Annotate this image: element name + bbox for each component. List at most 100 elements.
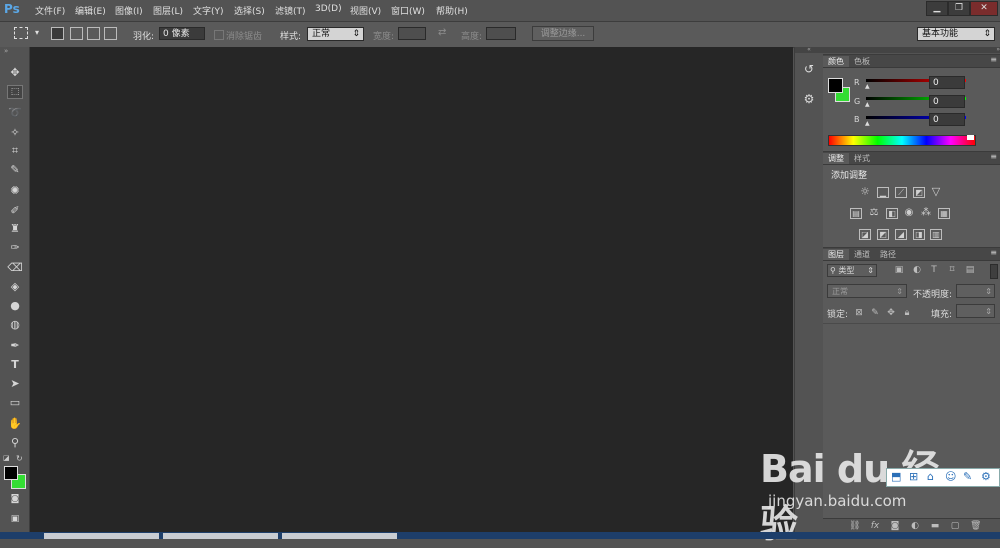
panel-menu-icon[interactable]: ≡ xyxy=(990,55,997,64)
shape-filter-icon[interactable]: ⌑ xyxy=(947,265,957,275)
threshold-icon[interactable]: ◢ xyxy=(895,229,907,240)
taskbar-item-1[interactable] xyxy=(44,533,159,539)
menu-image[interactable]: 图像(I) xyxy=(115,4,143,17)
lock-position-icon[interactable]: ✥ xyxy=(886,308,896,318)
tab-color[interactable]: 颜色 xyxy=(823,56,849,67)
pen-tool-icon[interactable]: ✒ xyxy=(6,338,24,354)
marquee-tool-icon[interactable]: ⬚ xyxy=(7,85,23,99)
swap-icon[interactable]: ⇄ xyxy=(438,27,446,38)
lock-all-icon[interactable]: 🔒︎ xyxy=(902,308,912,318)
close-button[interactable]: ✕ xyxy=(970,1,998,16)
quick-select-tool-icon[interactable]: ✧ xyxy=(6,125,24,141)
tab-layers[interactable]: 图层 xyxy=(823,249,849,260)
levels-icon[interactable]: ▁ xyxy=(877,187,889,198)
smart-object-filter-icon[interactable]: ▤ xyxy=(965,265,975,275)
intersect-selection-icon[interactable] xyxy=(104,27,117,40)
healing-brush-tool-icon[interactable]: ✺ xyxy=(6,183,24,199)
r-value[interactable]: 0 xyxy=(929,76,965,89)
opacity-input[interactable]: ⇕ xyxy=(956,284,995,298)
gear-icon[interactable]: ⚙ xyxy=(981,470,991,483)
screen-mode-icon[interactable]: ▣ xyxy=(6,511,24,527)
new-group-icon[interactable]: ▬ xyxy=(930,521,940,531)
posterize-icon[interactable]: ◩ xyxy=(877,229,889,240)
zoom-tool-icon[interactable]: ⚲ xyxy=(6,435,24,451)
menu-edit[interactable]: 编辑(E) xyxy=(75,4,106,17)
hue-saturation-icon[interactable]: ▤ xyxy=(850,208,862,219)
new-adjustment-icon[interactable]: ◐ xyxy=(910,521,920,531)
panels-collapse-icon[interactable]: » xyxy=(823,47,1000,53)
eraser-tool-icon[interactable]: ⌫ xyxy=(6,260,24,276)
collapse-icon[interactable]: » xyxy=(4,47,8,55)
subtract-selection-icon[interactable] xyxy=(87,27,100,40)
photo-filter-icon[interactable]: ◉ xyxy=(903,208,915,219)
r-slider-thumb[interactable]: ▲ xyxy=(865,83,870,90)
color-spectrum-bar[interactable] xyxy=(828,135,976,146)
brush-tool-icon[interactable]: ✐ xyxy=(6,203,24,219)
pixel-filter-icon[interactable]: ▣ xyxy=(894,265,904,275)
foreground-color-swatch[interactable] xyxy=(4,466,18,480)
move-tool-icon[interactable]: ✥ xyxy=(6,65,24,81)
quick-mask-icon[interactable]: ◙ xyxy=(6,491,24,507)
menu-window[interactable]: 窗口(W) xyxy=(391,4,425,17)
vibrance-icon[interactable]: ▽ xyxy=(930,186,942,198)
g-slider-thumb[interactable]: ▲ xyxy=(865,101,870,108)
b-slider-thumb[interactable]: ▲ xyxy=(865,120,870,127)
menu-file[interactable]: 文件(F) xyxy=(35,4,65,17)
b-value[interactable]: 0 xyxy=(929,113,965,126)
foreground-color-swatch[interactable] xyxy=(828,78,843,93)
rectangle-tool-icon[interactable]: ▭ xyxy=(6,395,24,411)
feather-input[interactable]: 0 像素 xyxy=(159,27,205,40)
document-workspace[interactable] xyxy=(30,47,793,532)
path-select-tool-icon[interactable]: ➤ xyxy=(6,376,24,392)
g-value[interactable]: 0 xyxy=(929,95,965,108)
toolbar-icon-5[interactable]: ✎ xyxy=(963,470,972,483)
add-mask-icon[interactable]: ◙ xyxy=(890,521,900,531)
marquee-preset-icon[interactable] xyxy=(14,27,28,39)
eyedropper-tool-icon[interactable]: ✎ xyxy=(6,162,24,178)
taskbar-item-3[interactable] xyxy=(282,533,397,539)
color-lookup-icon[interactable]: ▦ xyxy=(938,208,950,219)
height-input[interactable] xyxy=(486,27,516,40)
menu-layer[interactable]: 图层(L) xyxy=(153,4,183,17)
style-select[interactable]: 正常 ⇕ xyxy=(307,27,364,41)
exposure-icon[interactable]: ◩ xyxy=(913,187,925,198)
dock-collapse-icon[interactable]: « xyxy=(795,47,823,53)
spectrum-white-swatch[interactable] xyxy=(967,135,974,140)
properties-icon[interactable]: ⚙ xyxy=(801,91,817,107)
dodge-tool-icon[interactable]: ◍ xyxy=(6,317,24,333)
lock-image-icon[interactable]: ✎ xyxy=(870,308,880,318)
blur-tool-icon[interactable]: ● xyxy=(6,298,24,314)
filter-toggle[interactable] xyxy=(990,264,998,279)
crop-tool-icon[interactable]: ⌗ xyxy=(6,143,24,159)
panel-menu-icon[interactable]: ≡ xyxy=(990,152,997,161)
fx-icon[interactable]: fx xyxy=(870,521,880,531)
preset-chevron-icon[interactable]: ▾ xyxy=(35,28,39,37)
channel-mixer-icon[interactable]: ⁂ xyxy=(920,208,932,219)
layer-filter-select[interactable]: ⚲ 类型 ⇕ xyxy=(827,264,877,277)
type-filter-icon[interactable]: T xyxy=(929,265,939,275)
stamp-tool-icon[interactable]: ♜ xyxy=(6,221,24,237)
gradient-map-icon[interactable]: ◨ xyxy=(913,229,925,240)
color-balance-icon[interactable]: ⚖ xyxy=(868,208,880,219)
minimize-button[interactable]: ▁ xyxy=(926,1,948,16)
adjustment-filter-icon[interactable]: ◐ xyxy=(912,265,922,275)
lasso-tool-icon[interactable]: ➰ xyxy=(6,105,24,121)
invert-icon[interactable]: ◪ xyxy=(859,229,871,240)
hand-tool-icon[interactable]: ✋ xyxy=(6,416,24,432)
paint-bucket-tool-icon[interactable]: ◈ xyxy=(6,279,24,295)
new-selection-icon[interactable] xyxy=(51,27,64,40)
swap-colors-icon[interactable]: ↻ xyxy=(16,454,23,463)
link-layers-icon[interactable]: ⛓ xyxy=(849,521,860,531)
black-white-icon[interactable]: ◧ xyxy=(886,208,898,219)
tab-paths[interactable]: 路径 xyxy=(875,249,901,260)
toolbar-icon-1[interactable]: ⬒ xyxy=(891,470,901,483)
menu-select[interactable]: 选择(S) xyxy=(234,4,265,17)
history-icon[interactable]: ↺ xyxy=(801,61,817,77)
trash-icon[interactable]: 🗑︎ xyxy=(970,521,981,531)
selective-color-icon[interactable]: ▥ xyxy=(930,229,942,240)
add-selection-icon[interactable] xyxy=(70,27,83,40)
brightness-icon[interactable]: ☼ xyxy=(859,186,871,198)
restore-button[interactable]: ❐ xyxy=(948,1,970,16)
fill-input[interactable]: ⇕ xyxy=(956,304,995,318)
type-tool-icon[interactable]: T xyxy=(6,357,24,373)
